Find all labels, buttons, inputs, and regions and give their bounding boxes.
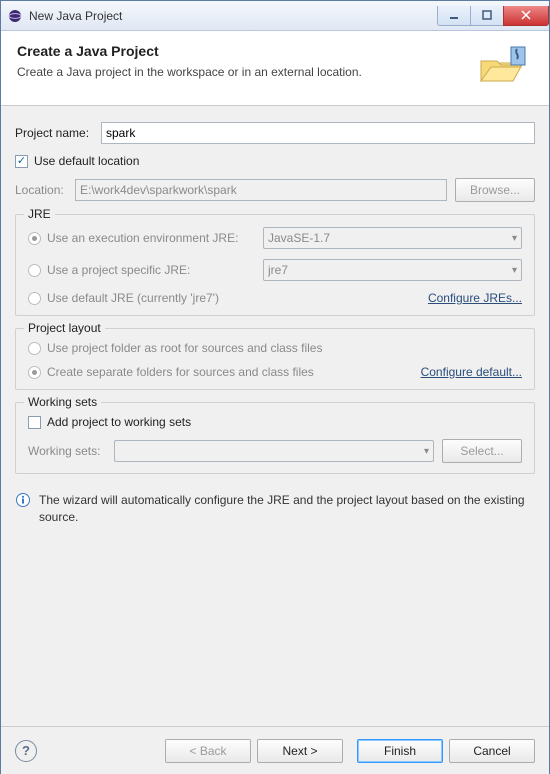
root-folder-radio[interactable] — [28, 342, 41, 355]
project-specific-label: Use a project specific JRE: — [47, 263, 263, 277]
working-sets-label: Working sets: — [28, 444, 114, 458]
titlebar: New Java Project — [1, 1, 549, 31]
project-name-input[interactable] — [101, 122, 535, 144]
info-icon — [15, 492, 31, 508]
finish-button[interactable]: Finish — [357, 739, 443, 763]
wizard-title: Create a Java Project — [17, 43, 469, 59]
add-to-working-sets-label: Add project to working sets — [47, 415, 191, 429]
exec-env-combo[interactable]: JavaSE-1.7 ▾ — [263, 227, 522, 249]
project-layout-group: Project layout Use project folder as roo… — [15, 328, 535, 390]
add-to-working-sets-checkbox[interactable] — [28, 416, 41, 429]
wizard-subtitle: Create a Java project in the workspace o… — [17, 65, 469, 79]
exec-env-radio[interactable] — [28, 232, 41, 245]
location-label: Location: — [15, 183, 75, 197]
help-button[interactable]: ? — [15, 740, 37, 762]
chevron-down-icon: ▾ — [512, 233, 517, 244]
project-name-label: Project name: — [15, 126, 101, 140]
window-title: New Java Project — [29, 9, 122, 23]
use-default-location-checkbox[interactable] — [15, 155, 28, 168]
browse-button[interactable]: Browse... — [455, 178, 535, 202]
root-folder-label: Use project folder as root for sources a… — [47, 341, 322, 355]
configure-jres-link[interactable]: Configure JREs... — [428, 291, 522, 305]
wizard-footer: ? < Back Next > Finish Cancel — [1, 726, 549, 774]
eclipse-icon — [7, 8, 23, 24]
wizard-body: Project name: Use default location Locat… — [1, 106, 549, 726]
info-message: The wizard will automatically configure … — [15, 492, 535, 526]
project-specific-combo[interactable]: jre7 ▾ — [263, 259, 522, 281]
cancel-button[interactable]: Cancel — [449, 739, 535, 763]
chevron-down-icon: ▾ — [512, 265, 517, 276]
minimize-button[interactable] — [437, 6, 471, 26]
use-default-location-label: Use default location — [34, 154, 139, 168]
configure-default-link[interactable]: Configure default... — [421, 365, 522, 379]
default-jre-label: Use default JRE (currently 'jre7') — [47, 291, 428, 305]
project-layout-legend: Project layout — [24, 321, 105, 335]
separate-folders-radio[interactable] — [28, 366, 41, 379]
default-jre-radio[interactable] — [28, 292, 41, 305]
exec-env-label: Use an execution environment JRE: — [47, 231, 263, 245]
info-text: The wizard will automatically configure … — [39, 492, 535, 526]
window-controls — [438, 6, 549, 26]
java-project-icon — [477, 43, 533, 91]
jre-legend: JRE — [24, 207, 55, 221]
wizard-header: Create a Java Project Create a Java proj… — [1, 31, 549, 106]
jre-group: JRE Use an execution environment JRE: Ja… — [15, 214, 535, 316]
next-button[interactable]: Next > — [257, 739, 343, 763]
working-sets-legend: Working sets — [24, 395, 101, 409]
working-sets-group: Working sets Add project to working sets… — [15, 402, 535, 474]
maximize-button[interactable] — [470, 6, 504, 26]
location-input — [75, 179, 447, 201]
working-sets-combo: ▾ — [114, 440, 434, 462]
chevron-down-icon: ▾ — [424, 446, 429, 457]
back-button[interactable]: < Back — [165, 739, 251, 763]
project-specific-radio[interactable] — [28, 264, 41, 277]
select-working-sets-button[interactable]: Select... — [442, 439, 522, 463]
close-button[interactable] — [503, 6, 549, 26]
separate-folders-label: Create separate folders for sources and … — [47, 365, 421, 379]
